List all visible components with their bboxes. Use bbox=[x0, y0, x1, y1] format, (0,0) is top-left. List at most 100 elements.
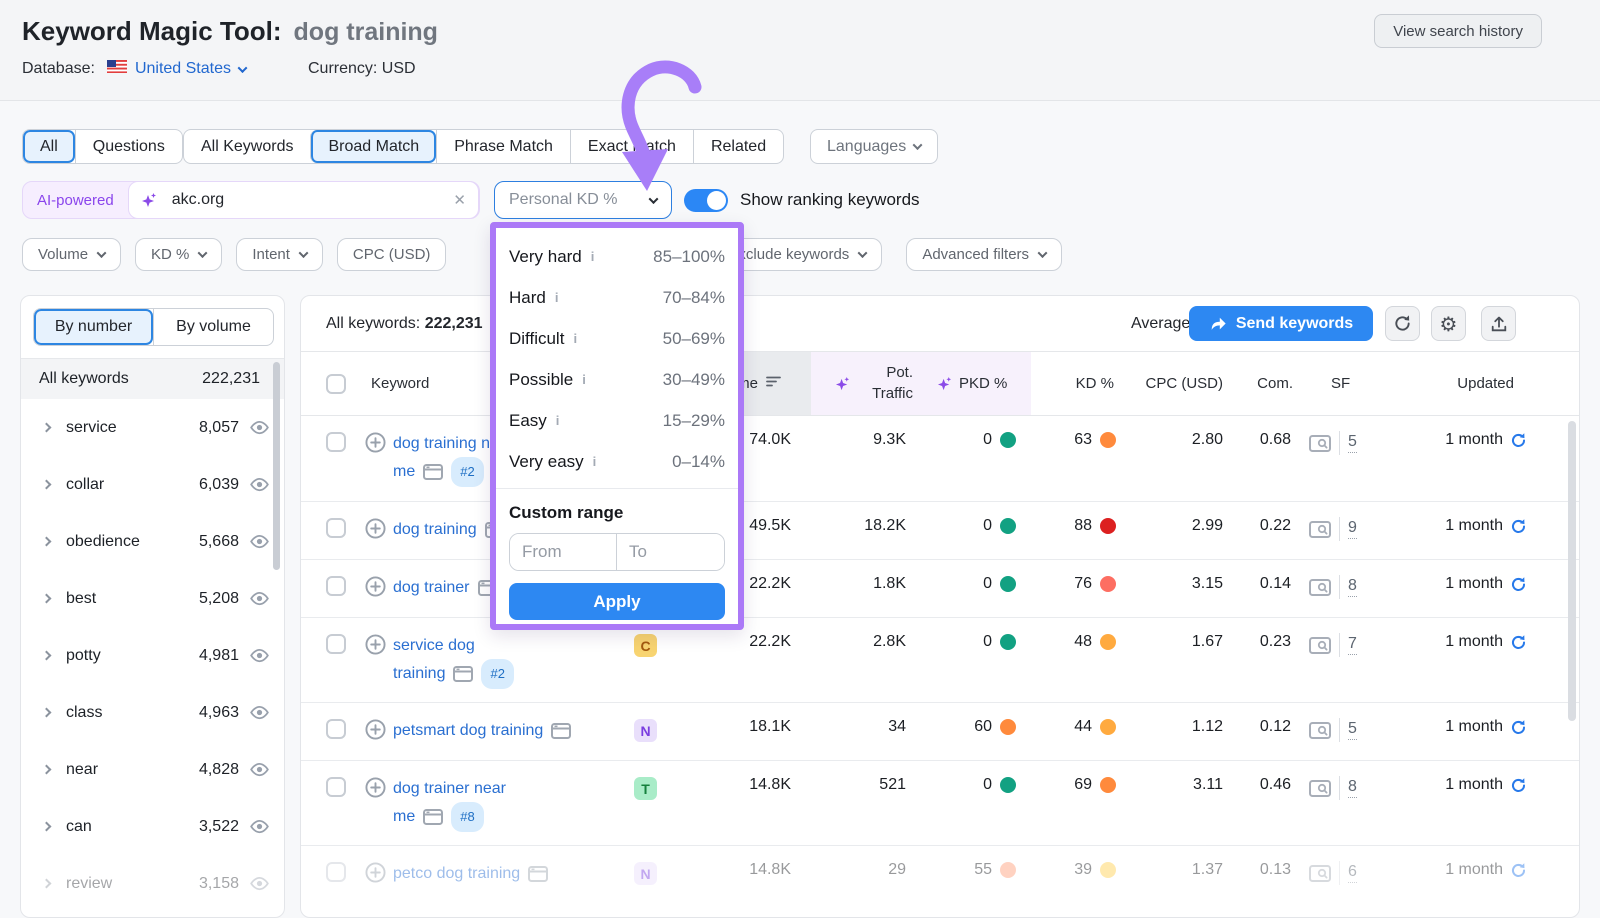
chevron-right-icon[interactable] bbox=[42, 651, 52, 661]
keyword-group-item[interactable]: class 4,963 bbox=[21, 684, 285, 741]
add-keyword-icon[interactable] bbox=[365, 634, 386, 660]
serp-preview-icon[interactable] bbox=[551, 723, 571, 739]
chevron-right-icon[interactable] bbox=[42, 537, 52, 547]
info-icon[interactable]: i bbox=[556, 413, 560, 428]
refresh-keyword-icon[interactable] bbox=[1510, 518, 1527, 535]
refresh-keyword-icon[interactable] bbox=[1510, 777, 1527, 794]
tab-item[interactable]: Questions bbox=[75, 130, 182, 163]
sidebar-sort-tab[interactable]: By volume bbox=[153, 309, 273, 345]
chevron-right-icon[interactable] bbox=[42, 879, 52, 889]
position-badge[interactable]: #2 bbox=[481, 659, 513, 689]
serp-features-icon[interactable] bbox=[1309, 521, 1331, 538]
from-input[interactable] bbox=[510, 534, 617, 570]
refresh-keyword-icon[interactable] bbox=[1510, 719, 1527, 736]
keyword-group-item[interactable]: service 8,057 bbox=[21, 399, 285, 456]
keyword-group-item[interactable]: collar 6,039 bbox=[21, 456, 285, 513]
eye-icon[interactable] bbox=[249, 534, 270, 549]
eye-icon[interactable] bbox=[249, 477, 270, 492]
serp-features-icon[interactable] bbox=[1309, 637, 1331, 654]
keyword-group-item[interactable]: obedience 5,668 bbox=[21, 513, 285, 570]
column-cpc[interactable]: CPC (USD) bbox=[1137, 352, 1223, 415]
sf-count[interactable]: 5 bbox=[1348, 433, 1357, 453]
eye-icon[interactable] bbox=[249, 762, 270, 777]
serp-features-icon[interactable] bbox=[1309, 579, 1331, 596]
keyword-group-item[interactable]: near 4,828 bbox=[21, 741, 285, 798]
intent-filter[interactable]: Intent bbox=[236, 238, 323, 271]
info-icon[interactable]: i bbox=[591, 249, 595, 264]
sf-count[interactable]: 6 bbox=[1348, 863, 1357, 883]
refresh-keyword-icon[interactable] bbox=[1510, 862, 1527, 879]
keyword-group-item[interactable]: potty 4,981 bbox=[21, 627, 285, 684]
chevron-right-icon[interactable] bbox=[42, 594, 52, 604]
keyword-link[interactable]: dog trainer near bbox=[393, 776, 506, 802]
column-pkd[interactable]: PKD % bbox=[937, 352, 1007, 415]
apply-button[interactable]: Apply bbox=[509, 583, 725, 620]
add-keyword-icon[interactable] bbox=[365, 719, 386, 745]
all-keywords-row[interactable]: All keywords 222,231 bbox=[21, 358, 285, 399]
kd-range-option[interactable]: Very hard i 85–100% bbox=[496, 236, 738, 277]
to-input[interactable] bbox=[617, 534, 724, 570]
serp-features-icon[interactable] bbox=[1309, 865, 1331, 882]
advanced-filters[interactable]: Advanced filters bbox=[906, 238, 1062, 271]
keyword-link-line2[interactable]: me bbox=[393, 459, 415, 485]
row-checkbox[interactable] bbox=[326, 576, 346, 596]
row-checkbox[interactable] bbox=[326, 862, 346, 882]
view-search-history-button[interactable]: View search history bbox=[1374, 14, 1542, 48]
refresh-keyword-icon[interactable] bbox=[1510, 432, 1527, 449]
personal-kd-dropdown-button[interactable]: Personal KD % bbox=[494, 181, 672, 219]
serp-features-icon[interactable] bbox=[1309, 435, 1331, 452]
keyword-group-item[interactable]: can 3,522 bbox=[21, 798, 285, 855]
chevron-right-icon[interactable] bbox=[42, 765, 52, 775]
intent-badge[interactable]: T bbox=[634, 777, 657, 800]
eye-icon[interactable] bbox=[249, 591, 270, 606]
tab-item[interactable]: Related bbox=[693, 130, 783, 163]
intent-badge[interactable]: C bbox=[634, 634, 657, 657]
keyword-link[interactable]: service dog bbox=[393, 633, 475, 659]
refresh-icon[interactable] bbox=[1385, 306, 1420, 341]
column-keyword[interactable]: Keyword bbox=[371, 352, 429, 415]
column-updated[interactable]: Updated bbox=[1414, 352, 1514, 415]
intent-badge[interactable]: N bbox=[634, 862, 657, 885]
tab-item[interactable]: Exact Match bbox=[570, 130, 693, 163]
keyword-group-item[interactable]: best 5,208 bbox=[21, 570, 285, 627]
eye-icon[interactable] bbox=[249, 420, 270, 435]
info-icon[interactable]: i bbox=[573, 331, 577, 346]
send-keywords-button[interactable]: Send keywords bbox=[1189, 306, 1373, 341]
serp-features-icon[interactable] bbox=[1309, 722, 1331, 739]
volume-filter[interactable]: Volume bbox=[22, 238, 121, 271]
chevron-right-icon[interactable] bbox=[42, 822, 52, 832]
row-checkbox[interactable] bbox=[326, 518, 346, 538]
intent-badge[interactable]: N bbox=[634, 719, 657, 742]
gear-icon[interactable]: ⚙ bbox=[1431, 306, 1466, 341]
add-keyword-icon[interactable] bbox=[365, 432, 386, 458]
info-icon[interactable]: i bbox=[555, 290, 559, 305]
kd-range-option[interactable]: Very easy i 0–14% bbox=[496, 441, 738, 482]
row-checkbox[interactable] bbox=[326, 777, 346, 797]
column-sf[interactable]: SF bbox=[1331, 352, 1350, 415]
row-checkbox[interactable] bbox=[326, 719, 346, 739]
keyword-link-line2[interactable]: me bbox=[393, 804, 415, 830]
tab-item[interactable]: Broad Match bbox=[310, 130, 436, 163]
show-ranking-keywords-toggle[interactable] bbox=[684, 189, 728, 212]
row-checkbox[interactable] bbox=[326, 432, 346, 452]
keyword-link-line2[interactable]: training bbox=[393, 661, 445, 687]
chevron-right-icon[interactable] bbox=[42, 708, 52, 718]
serp-features-icon[interactable] bbox=[1309, 780, 1331, 797]
select-all-checkbox[interactable] bbox=[326, 374, 346, 394]
eye-icon[interactable] bbox=[249, 819, 270, 834]
add-keyword-icon[interactable] bbox=[365, 862, 386, 888]
sf-count[interactable]: 7 bbox=[1348, 635, 1357, 655]
chevron-right-icon[interactable] bbox=[42, 423, 52, 433]
sidebar-sort-tab[interactable]: By number bbox=[34, 309, 153, 345]
kd-filter[interactable]: KD % bbox=[135, 238, 222, 271]
serp-preview-icon[interactable] bbox=[423, 809, 443, 825]
cpc-filter[interactable]: CPC (USD) bbox=[337, 238, 447, 271]
sf-count[interactable]: 8 bbox=[1348, 778, 1357, 798]
sf-count[interactable]: 8 bbox=[1348, 577, 1357, 597]
chevron-right-icon[interactable] bbox=[42, 480, 52, 490]
kd-range-option[interactable]: Possible i 30–49% bbox=[496, 359, 738, 400]
keyword-link[interactable]: petco dog training bbox=[393, 861, 520, 887]
keyword-group-item[interactable]: review 3,158 bbox=[21, 855, 285, 912]
table-scrollbar[interactable] bbox=[1568, 421, 1576, 721]
clear-input-icon[interactable]: ✕ bbox=[453, 191, 466, 209]
